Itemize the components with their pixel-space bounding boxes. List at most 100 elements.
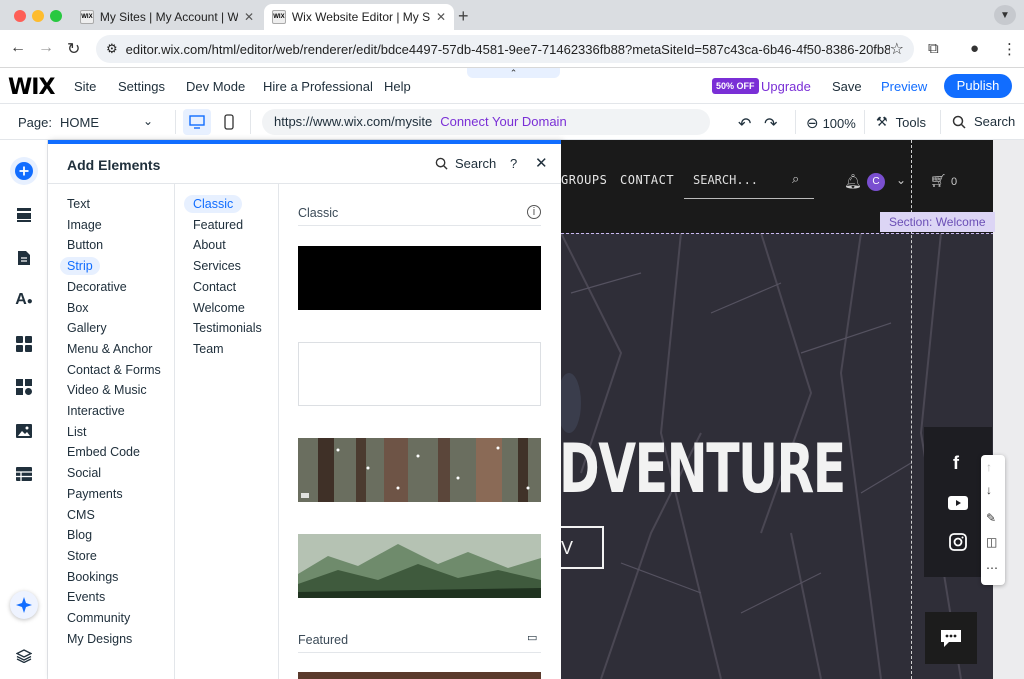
category-item[interactable]: Text: [67, 195, 90, 213]
section-label[interactable]: Section: Welcome: [880, 212, 995, 232]
extensions-icon[interactable]: ⧉: [928, 40, 939, 57]
browser-tab-editor[interactable]: WIX Wix Website Editor | My Site ✕: [264, 4, 454, 30]
strip-preview-mountains[interactable]: [298, 534, 541, 598]
menu-help[interactable]: Help: [384, 79, 411, 94]
undo-icon[interactable]: ↶: [738, 114, 751, 134]
tools-button[interactable]: ⚒ Tools: [876, 114, 926, 130]
category-item[interactable]: CMS: [67, 506, 95, 524]
menu-site[interactable]: Site: [74, 79, 96, 94]
category-item[interactable]: Store: [67, 547, 97, 565]
chevron-down-icon[interactable]: ⌄: [143, 114, 153, 128]
url-bar[interactable]: ⚙ editor.wix.com/html/editor/web/rendere…: [96, 35, 914, 63]
subcategory-item[interactable]: Welcome: [193, 299, 245, 317]
reload-icon[interactable]: ↻: [67, 39, 80, 59]
instagram-icon[interactable]: [949, 533, 967, 551]
more-actions-icon[interactable]: ⋯: [986, 561, 998, 575]
tab-search-chevron-icon[interactable]: ▼: [994, 5, 1016, 25]
close-window-button[interactable]: [14, 10, 26, 22]
category-item[interactable]: Button: [67, 236, 103, 254]
mobile-view-button[interactable]: [215, 109, 243, 135]
subcategory-item[interactable]: Team: [193, 340, 224, 358]
panel-search-button[interactable]: Search: [435, 156, 496, 171]
category-item[interactable]: My Designs: [67, 630, 132, 648]
category-item[interactable]: Strip: [60, 257, 100, 276]
category-item[interactable]: Image: [67, 216, 102, 234]
browser-tab-my-sites[interactable]: WIX My Sites | My Account | Wix.com ✕: [72, 4, 262, 30]
category-item[interactable]: Bookings: [67, 568, 118, 586]
site-nav-groups[interactable]: GROUPS: [561, 173, 607, 187]
category-item[interactable]: Decorative: [67, 278, 127, 296]
chevron-down-icon[interactable]: ⌄: [896, 173, 906, 187]
info-icon[interactable]: i: [527, 205, 541, 219]
add-apps-button[interactable]: [10, 330, 38, 358]
move-up-arrow-icon[interactable]: ↑: [986, 460, 992, 474]
site-url-box[interactable]: https://www.wix.com/mysite Connect Your D…: [262, 109, 710, 135]
preview-button[interactable]: Preview: [881, 79, 927, 94]
collapse-topbar-handle[interactable]: ⌃: [467, 68, 560, 78]
bookmark-star-icon[interactable]: ☆: [890, 39, 904, 59]
bell-icon[interactable]: 🔔︎: [844, 173, 862, 190]
upgrade-link[interactable]: Upgrade: [761, 79, 811, 94]
publish-button[interactable]: Publish: [944, 74, 1012, 98]
subcategory-item[interactable]: Contact: [193, 278, 236, 296]
help-button[interactable]: ?: [510, 156, 517, 171]
category-item[interactable]: Events: [67, 588, 105, 606]
editor-search-button[interactable]: Search: [952, 114, 1015, 129]
pages-menu-button[interactable]: [10, 244, 38, 272]
site-search-input[interactable]: SEARCH...: [693, 173, 758, 187]
category-item[interactable]: Embed Code: [67, 443, 140, 461]
close-icon[interactable]: ✕: [535, 154, 548, 172]
business-tools-button[interactable]: [10, 373, 38, 401]
more-menu-icon[interactable]: ⋮: [1002, 40, 1017, 58]
category-item[interactable]: Payments: [67, 485, 123, 503]
layers-button[interactable]: [10, 642, 38, 670]
category-item[interactable]: Community: [67, 609, 130, 627]
subcategory-item[interactable]: Testimonials: [193, 319, 262, 337]
chat-button[interactable]: [925, 612, 977, 664]
category-item[interactable]: Menu & Anchor: [67, 340, 152, 358]
desktop-view-button[interactable]: [183, 109, 211, 135]
strip-preview-forest-snow[interactable]: [298, 438, 541, 502]
cms-button[interactable]: [10, 460, 38, 488]
category-item[interactable]: Social: [67, 464, 101, 482]
avatar[interactable]: C: [867, 173, 885, 191]
editor-canvas[interactable]: GROUPS CONTACT SEARCH... ⌕ 🔔︎ C ⌄ 🛒︎ 0 D…: [561, 140, 1024, 679]
strip-preview-featured[interactable]: [298, 672, 541, 679]
wix-logo[interactable]: WIX: [8, 75, 55, 100]
zoom-button[interactable]: ⊖ 100%: [806, 114, 856, 132]
subcategory-item[interactable]: About: [193, 236, 226, 254]
menu-hire-professional[interactable]: Hire a Professional: [263, 79, 373, 94]
subcategory-item[interactable]: Classic: [184, 195, 243, 213]
subcategory-item[interactable]: Featured: [193, 216, 243, 234]
page-selector[interactable]: HOME: [60, 115, 99, 130]
category-item[interactable]: List: [67, 423, 86, 441]
back-arrow-icon[interactable]: ←: [10, 39, 26, 57]
category-item[interactable]: Interactive: [67, 402, 125, 420]
category-item[interactable]: Video & Music: [67, 381, 147, 399]
ai-assistant-button[interactable]: [10, 591, 38, 619]
menu-settings[interactable]: Settings: [118, 79, 165, 94]
category-item[interactable]: Gallery: [67, 319, 107, 337]
maximize-window-button[interactable]: [50, 10, 62, 22]
site-nav-contact[interactable]: CONTACT: [620, 173, 674, 187]
site-settings-icon[interactable]: ⚙: [106, 41, 118, 57]
save-button[interactable]: Save: [832, 79, 862, 94]
move-down-arrow-icon[interactable]: ↓: [986, 483, 992, 497]
media-button[interactable]: [10, 417, 38, 445]
category-item[interactable]: Blog: [67, 526, 92, 544]
connect-domain-link[interactable]: Connect Your Domain: [440, 114, 566, 129]
close-tab-icon[interactable]: ✕: [244, 10, 254, 24]
new-tab-button[interactable]: +: [458, 6, 469, 27]
redo-icon[interactable]: ↷: [764, 114, 777, 134]
add-section-button[interactable]: [10, 201, 38, 229]
facebook-icon[interactable]: f: [953, 453, 959, 474]
edit-pencil-icon[interactable]: ✎: [986, 511, 996, 525]
strip-preview-black[interactable]: [298, 246, 541, 310]
minimize-window-button[interactable]: [32, 10, 44, 22]
close-tab-icon[interactable]: ✕: [436, 10, 446, 24]
profile-avatar-icon[interactable]: ●: [970, 40, 979, 57]
subcategory-item[interactable]: Services: [193, 257, 241, 275]
strip-preview-white[interactable]: [298, 342, 541, 406]
forward-arrow-icon[interactable]: →: [38, 39, 54, 57]
cart-icon[interactable]: 🛒︎: [930, 173, 947, 189]
